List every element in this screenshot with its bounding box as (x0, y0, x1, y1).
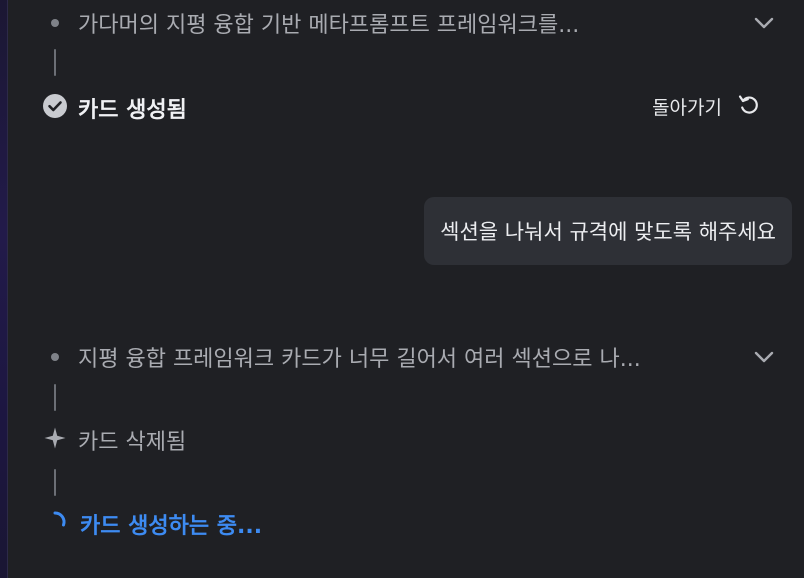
step-summary: 가다머의 지평 융합 기반 메타프롬프트 프레임워크를... (78, 13, 580, 38)
back-button[interactable]: 돌아가기 (652, 92, 760, 121)
card-created-label: 카드 생성됨 (78, 98, 187, 123)
back-button-label: 돌아가기 (652, 97, 722, 119)
dot-icon (51, 19, 59, 27)
timeline-connector (54, 384, 56, 411)
step-summary: 지평 융합 프레임워크 카드가 너무 길어서 여러 섹션으로 나... (78, 347, 641, 372)
undo-icon (736, 92, 760, 121)
card-generating-status: 카드 생성하는 중... (40, 508, 784, 540)
card-deleted-label: 카드 삭제됨 (78, 430, 187, 455)
dot-icon (51, 353, 59, 361)
user-message-bubble: 섹션을 나눠서 규격에 맞도록 해주세요 (424, 197, 792, 265)
user-message-text: 섹션을 나눠서 규격에 맞도록 해주세요 (440, 220, 776, 244)
timeline-connector (54, 469, 56, 496)
timeline-connector (54, 49, 56, 76)
spinner-icon (43, 510, 67, 538)
step-item-split[interactable]: 지평 융합 프레임워크 카드가 너무 길어서 여러 섹션으로 나... (40, 342, 784, 372)
sparkle-icon (43, 426, 67, 454)
check-circle-icon (42, 93, 68, 123)
step-item-analysis[interactable]: 가다머의 지평 융합 기반 메타프롬프트 프레임워크를... (40, 8, 784, 38)
chevron-down-icon[interactable] (752, 345, 776, 369)
window-edge (0, 0, 8, 578)
card-generating-label: 카드 생성하는 중... (80, 514, 263, 539)
chevron-down-icon[interactable] (752, 11, 776, 35)
card-deleted-status: 카드 삭제됨 (40, 424, 784, 456)
